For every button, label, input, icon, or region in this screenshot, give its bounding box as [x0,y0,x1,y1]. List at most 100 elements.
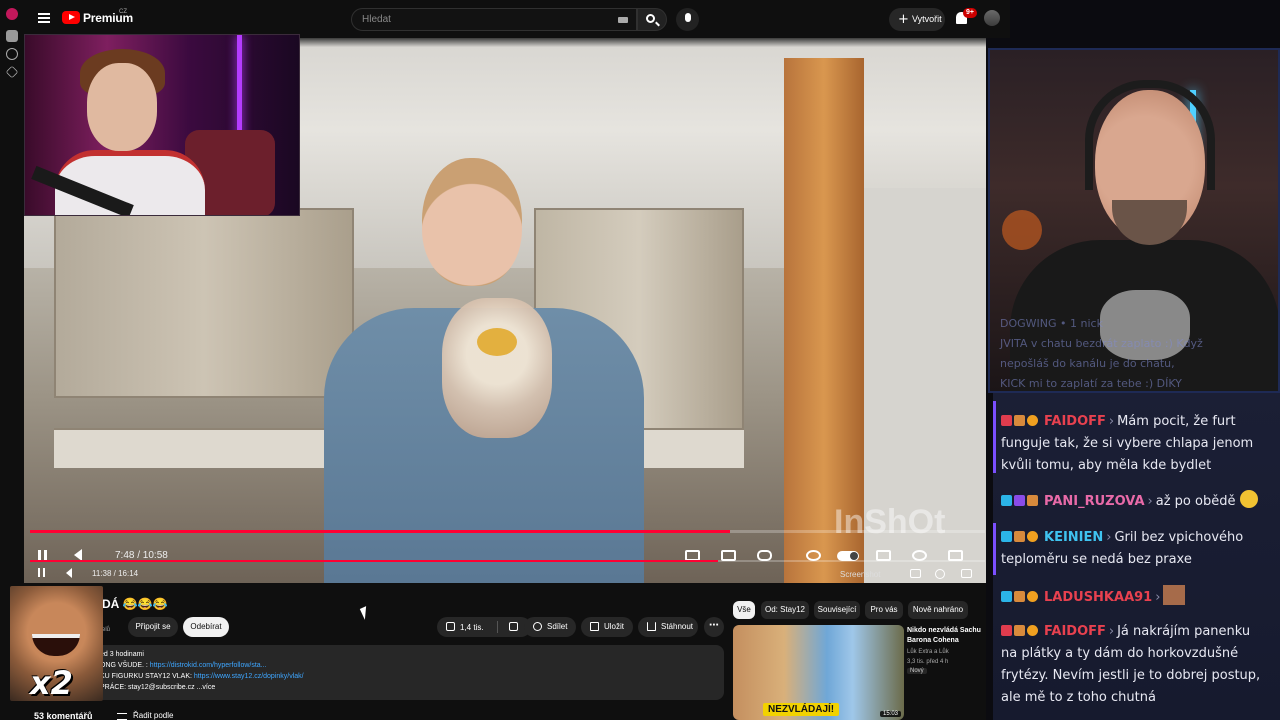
description-link[interactable]: https://distrokid.com/hyperfollow/sta... [150,662,267,669]
streamer-face [87,63,157,151]
create-button[interactable]: + Vytvořit [889,8,945,31]
chat-username[interactable]: KEINIEN [1044,530,1103,545]
chat-username[interactable]: PANI_RUZOVA [1044,494,1145,509]
like-count[interactable]: 1,4 tis. [460,623,484,632]
channel-subscribers: elů [102,627,111,633]
chat-text: na plátky a ty dám do horkovzdušné [1001,646,1239,661]
chip-from-channel[interactable]: Od: Stay12 [761,601,809,619]
video-person [294,158,674,583]
chat-message: PANI_RUZOVA › až po obědě [1001,490,1273,513]
badge-icon [1014,591,1025,602]
pause-icon[interactable] [38,568,45,577]
menu-icon[interactable] [38,13,50,23]
laughing-meme-overlay: x2 [10,586,103,701]
share-button[interactable]: Sdílet [524,617,576,637]
chip-for-you[interactable]: Pro vás [865,601,903,619]
thumbs-down-icon[interactable] [509,622,518,631]
search-placeholder: Hledat [362,14,391,25]
like-dislike-group: 1,4 tis. [437,617,531,637]
streamer-webcam [24,34,300,216]
share-icon [533,622,542,631]
chat-text: Já nakrájím panenku [1117,624,1251,639]
recommended-channel[interactable]: Lůk Extra a Lůk [907,649,987,655]
chat-message: FAIDOFF › Já nakrájím panenku na plátky a … [1001,621,1273,709]
recommended-video-title[interactable]: Nikdo nezvládá Sachu Barona Cohena [907,626,987,646]
recommended-video-thumbnail[interactable]: NEZVLÁDAJÍ! 15:03 [733,625,904,720]
search-input[interactable]: Hledat [351,8,637,31]
theater-icon[interactable] [961,569,972,578]
chat-text: kvůli tomu, aby měla kde bydlet [1001,458,1212,473]
join-button[interactable]: Připojit se [128,617,178,637]
player-time: 11:38 / 16:14 [92,569,139,578]
faded-chat: DOGWING • 1 nick JVITA v chatu bezdrát z… [1000,314,1270,394]
download-icon [647,622,656,631]
chat-text: teploměru se nedá bez praxe [1001,552,1192,567]
thumbs-up-icon[interactable] [446,622,455,631]
face-emote-icon [1163,585,1186,605]
share-label: Sdílet [547,622,568,631]
badge-icon [1001,625,1012,636]
volume-icon[interactable] [66,568,72,578]
faded-chat-line: DOGWING • 1 nick [1000,317,1103,330]
sort-icon[interactable] [117,713,127,720]
video-info-section: DÁ 😂😂😂 elů Připojit se Odebírat 1,4 tis.… [24,583,986,720]
search-button[interactable] [637,8,667,31]
chat-username[interactable]: FAIDOFF [1044,414,1106,429]
extension-icon[interactable] [6,8,18,20]
stream-progress-bar[interactable] [30,530,985,533]
screenshot-label[interactable]: Screenshot [840,570,880,579]
stream-progress-fill [30,530,730,533]
chat-text: ale mě to z toho chutná [1001,690,1156,705]
laughing-emote-icon [1239,490,1258,508]
badge-icon [1027,591,1038,602]
host-beard [1112,200,1187,245]
home-icon[interactable] [6,30,18,42]
keyboard-icon[interactable] [618,17,628,23]
faded-chat-line: KICK mi to zaplatí za tebe :) DÍKY [1000,377,1182,390]
account-avatar[interactable] [984,10,1000,26]
badge-icon [1001,591,1012,602]
chat-username[interactable]: FAIDOFF [1044,624,1106,639]
chip-recently-uploaded[interactable]: Nově nahráno [908,601,968,619]
brand-region: CZ [119,9,127,15]
youtube-logo-icon[interactable] [62,11,80,24]
player-progress-bar[interactable] [30,560,985,562]
chat-message: LADUSHKAA91 › [1001,585,1273,609]
more-actions-button[interactable]: ⋯ [704,617,724,637]
chip-related[interactable]: Související [814,601,860,619]
description-line: ONG VŠUDE. : https://distrokid.com/hyper… [100,662,267,669]
save-button[interactable]: Uložit [581,617,633,637]
miniplayer-icon[interactable] [910,569,921,578]
settings-gear-icon[interactable] [935,569,945,579]
recommended-stats: 3,3 tis. před 4 h [907,659,949,665]
sort-button[interactable]: Řadit podle [133,711,173,720]
description-line: ed 3 hodinami [100,651,144,658]
download-button[interactable]: Stáhnout [638,617,698,637]
download-label: Stáhnout [661,622,694,631]
chat-username[interactable]: LADUSHKAA91 [1044,590,1152,605]
badge-icon [1014,495,1025,506]
bookmark-icon [590,622,599,631]
microphone-icon [685,13,691,22]
description-link[interactable]: https://www.stay12.cz/dopinky/vlak/ [194,673,304,680]
subscribe-button[interactable]: Odebírat [183,617,229,637]
description-line: KU FIGURKU STAY12 VLAK: https://www.stay… [100,673,304,680]
badge-icon [1027,531,1038,542]
history-icon[interactable] [6,48,18,60]
chat-separator: › [1106,530,1112,545]
video-watermark: InShOt [834,503,946,541]
description-box[interactable]: ed 3 hodinami ONG VŠUDE. : https://distr… [56,645,724,700]
thumbnail-banner: NEZVLÁDAJÍ! [763,703,840,716]
video-food-yolk [477,328,517,356]
create-label: Vytvořit [912,14,942,24]
chip-all[interactable]: Vše [733,601,755,619]
stream-player-controls: 7:48 / 10:58 [24,542,986,568]
badge-icon [1014,415,1025,426]
star-icon[interactable] [5,65,19,79]
voice-search-button[interactable] [676,8,699,31]
notifications-badge: 9+ [963,8,977,18]
video-title: DÁ 😂😂😂 [102,597,168,611]
lamp-glow [1002,210,1042,250]
show-more-link[interactable]: ...více [197,684,216,691]
chat-text: frytézy. Nevím jestli je to dobrej postu… [1001,668,1261,683]
